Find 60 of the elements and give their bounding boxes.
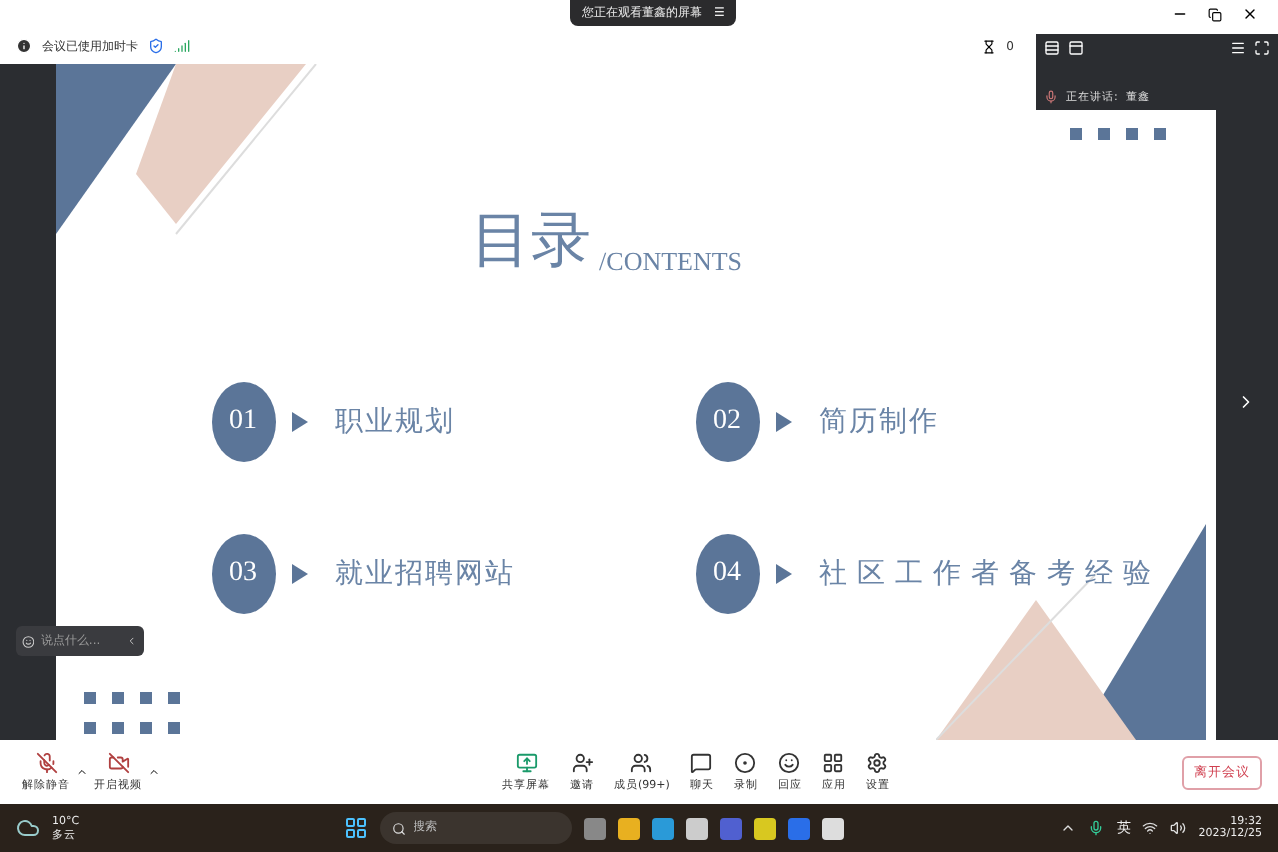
- app-icon[interactable]: [821, 817, 844, 839]
- item-number: 01: [211, 382, 276, 462]
- info-icon: [16, 38, 32, 54]
- menu-icon[interactable]: [1230, 40, 1246, 56]
- signal-icon: [174, 38, 190, 54]
- triangle-icon: [775, 564, 792, 584]
- item-number: 03: [211, 534, 276, 614]
- screen-share-icon: [515, 752, 537, 774]
- decor-square: [139, 692, 152, 704]
- caret-icon[interactable]: [148, 766, 160, 778]
- triangle-icon: [291, 564, 308, 584]
- wifi-icon: [1142, 820, 1159, 836]
- video-off-icon: [107, 752, 129, 774]
- user-plus-icon: [571, 752, 593, 774]
- collapse-icon[interactable]: [126, 634, 138, 648]
- mic-off-icon: [35, 752, 57, 774]
- decor-square: [167, 692, 180, 704]
- decor-square: [83, 722, 96, 734]
- settings-icon: [866, 752, 889, 774]
- item-number: 04: [695, 534, 760, 614]
- panel-view-icon[interactable]: [1068, 40, 1084, 56]
- mic-icon: [1088, 820, 1105, 836]
- decor-square: [167, 722, 180, 734]
- slide-subtitle: /CONTENTS: [599, 246, 743, 278]
- shield-icon: [148, 38, 164, 54]
- app-icon[interactable]: [753, 817, 776, 839]
- emoji-icon: [22, 633, 35, 649]
- item-label: 就业招聘网站: [335, 556, 516, 592]
- apps-icon: [822, 752, 845, 774]
- item-label: 职业规划: [335, 404, 456, 440]
- close-icon[interactable]: [1242, 6, 1258, 22]
- decor-square: [1069, 128, 1082, 140]
- weather-icon: [16, 816, 40, 840]
- item-label: 社区工作者备考经验: [819, 556, 1162, 592]
- item-label: 简历制作: [819, 404, 940, 440]
- tray-expand-icon[interactable]: [1060, 820, 1077, 836]
- triangle-icon: [775, 412, 792, 432]
- list-view-icon[interactable]: [1044, 40, 1060, 56]
- decor-square: [83, 692, 96, 704]
- item-number: 02: [695, 382, 760, 462]
- caret-icon[interactable]: [76, 766, 88, 778]
- slide-title: 目录: [471, 204, 592, 280]
- triangle-icon: [291, 412, 308, 432]
- search-icon: [391, 821, 406, 835]
- restore-icon[interactable]: [1208, 7, 1222, 21]
- smile-icon: [778, 752, 801, 774]
- decor-square: [1097, 128, 1110, 140]
- decor-square: [139, 722, 152, 734]
- start-icon[interactable]: [343, 816, 368, 840]
- decor-square: [1125, 128, 1138, 140]
- mic-icon: [1044, 90, 1058, 104]
- decor-square: [111, 692, 124, 704]
- hourglass-icon: [982, 39, 997, 53]
- decor-square: [1153, 128, 1166, 140]
- fullscreen-icon[interactable]: [1254, 40, 1270, 56]
- record-icon: [734, 752, 757, 774]
- users-icon: [630, 752, 653, 774]
- chat-icon: [690, 752, 713, 774]
- decor-square: [111, 722, 124, 734]
- speaker-icon: [1170, 820, 1187, 836]
